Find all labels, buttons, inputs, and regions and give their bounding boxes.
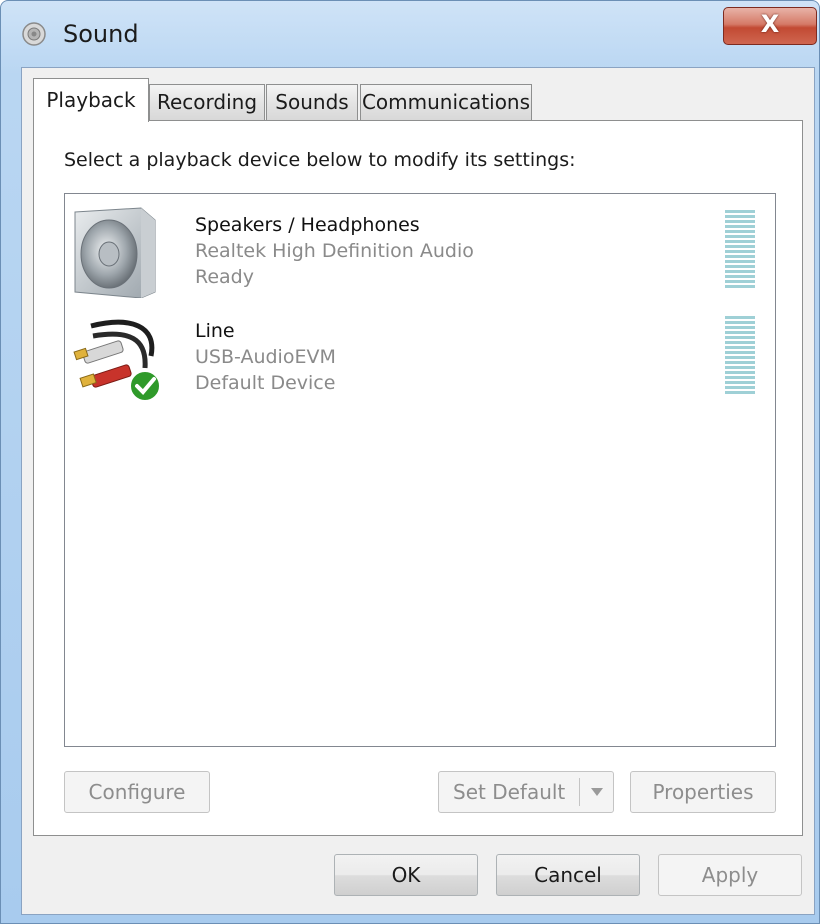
instruction-text: Select a playback device below to modify… (64, 149, 576, 171)
device-driver: Realtek High Definition Audio (195, 240, 474, 262)
volume-meter (725, 210, 755, 290)
speaker-app-icon (22, 22, 46, 46)
set-default-button[interactable]: Set Default (438, 771, 614, 813)
device-name: Speakers / Headphones (195, 214, 420, 236)
properties-button[interactable]: Properties (630, 771, 776, 813)
dialog-client-area: Playback Recording Sounds Communications… (21, 67, 815, 915)
volume-meter (725, 316, 755, 396)
title-bar[interactable]: Sound X (1, 1, 819, 67)
device-status: Default Device (195, 372, 336, 394)
sound-dialog: Sound X Playback Recording Sounds Commun… (0, 0, 820, 924)
close-button[interactable]: X (723, 7, 817, 45)
ok-button[interactable]: OK (334, 854, 478, 896)
device-item-speakers[interactable]: Speakers / Headphones Realtek High Defin… (65, 200, 775, 304)
close-icon: X (760, 10, 780, 38)
cancel-button[interactable]: Cancel (496, 854, 640, 896)
device-driver: USB-AudioEVM (195, 346, 336, 368)
device-item-line[interactable]: Line USB-AudioEVM Default Device (65, 306, 775, 410)
device-list[interactable]: Speakers / Headphones Realtek High Defin… (64, 193, 776, 747)
playback-panel: Select a playback device below to modify… (33, 120, 803, 836)
chevron-down-icon[interactable] (587, 772, 607, 812)
apply-button[interactable]: Apply (658, 854, 802, 896)
device-name: Line (195, 320, 235, 342)
configure-button[interactable]: Configure (64, 771, 210, 813)
set-default-label: Set Default (453, 780, 566, 804)
speaker-icon (74, 207, 156, 298)
tab-playback[interactable]: Playback (33, 78, 149, 122)
rca-cable-icon (73, 319, 161, 402)
window-title: Sound (63, 20, 139, 48)
split-separator (579, 778, 580, 806)
tab-sounds[interactable]: Sounds (266, 84, 358, 120)
tab-communications[interactable]: Communications (360, 84, 532, 120)
tab-recording[interactable]: Recording (149, 84, 265, 120)
device-status: Ready (195, 266, 254, 288)
